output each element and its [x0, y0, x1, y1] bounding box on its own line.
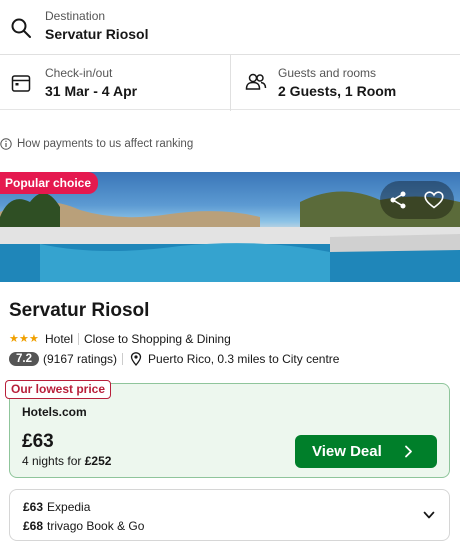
heart-icon[interactable]	[424, 191, 444, 209]
offer-price: £68	[23, 519, 44, 533]
popular-choice-badge: Popular choice	[0, 172, 99, 194]
destination-field[interactable]: Destination Servatur Riosol	[0, 0, 460, 55]
star-icon: ★	[29, 333, 39, 345]
deal-provider: Hotels.com	[22, 405, 87, 419]
destination-label: Destination	[45, 9, 106, 23]
rating-row: 7.2 (9167 ratings) Puerto Rico, 0.3 mile…	[9, 350, 339, 368]
star-icon: ★	[19, 333, 29, 345]
rating-count: (9167 ratings)	[43, 352, 118, 366]
dates-label: Check-in/out	[45, 66, 113, 80]
offer-row: £63 Expedia	[23, 500, 90, 514]
view-deal-label: View Deal	[312, 443, 382, 460]
deal-total: 4 nights for £252	[22, 454, 111, 468]
deal-price: £63	[22, 431, 54, 452]
guests-value: 2 Guests, 1 Room	[278, 83, 397, 99]
location-pin-icon	[130, 352, 142, 366]
payments-note-text: How payments to us affect ranking	[17, 138, 194, 150]
info-icon	[0, 138, 12, 150]
hotel-meta: ★ ★ ★ Hotel Close to Shopping & Dining	[9, 331, 231, 347]
guests-field[interactable]: Guests and rooms 2 Guests, 1 Room	[231, 55, 460, 111]
hotel-name[interactable]: Servatur Riosol	[9, 300, 149, 322]
nights-text: 4 nights for	[22, 454, 82, 468]
offer-provider: Expedia	[47, 500, 91, 514]
destination-value: Servatur Riosol	[45, 26, 149, 42]
hotel-tag: Close to Shopping & Dining	[84, 332, 231, 346]
star-rating: ★ ★ ★	[9, 333, 39, 345]
guests-icon	[245, 73, 267, 90]
divider	[78, 333, 80, 345]
dates-value: 31 Mar - 4 Apr	[45, 83, 138, 99]
rating-badge: 7.2	[9, 352, 39, 366]
search-icon	[11, 18, 31, 38]
offer-provider: trivago Book & Go	[47, 519, 145, 533]
offer-price: £63	[23, 500, 44, 514]
view-deal-button[interactable]: View Deal	[295, 435, 437, 468]
payments-ranking-link[interactable]: How payments to us affect ranking	[0, 137, 193, 151]
chevron-right-icon	[405, 445, 412, 458]
dates-field[interactable]: Check-in/out 31 Mar - 4 Apr	[0, 55, 231, 111]
hotel-type: Hotel	[45, 332, 74, 346]
offer-row: £68 trivago Book & Go	[23, 519, 144, 533]
hotel-location: Puerto Rico, 0.3 miles to City centre	[148, 352, 340, 366]
share-icon[interactable]	[388, 190, 408, 210]
other-offers-dropdown[interactable]: £63 Expedia £68 trivago Book & Go	[9, 489, 450, 541]
chevron-down-icon	[423, 511, 435, 519]
total-price: £252	[84, 454, 112, 468]
photo-actions	[380, 181, 454, 219]
divider	[122, 353, 124, 365]
calendar-icon	[11, 75, 31, 92]
star-icon: ★	[9, 333, 19, 345]
search-summary: Destination Servatur Riosol Check-in/out…	[0, 0, 460, 111]
lowest-price-badge: Our lowest price	[5, 380, 112, 399]
guests-label: Guests and rooms	[278, 66, 377, 80]
